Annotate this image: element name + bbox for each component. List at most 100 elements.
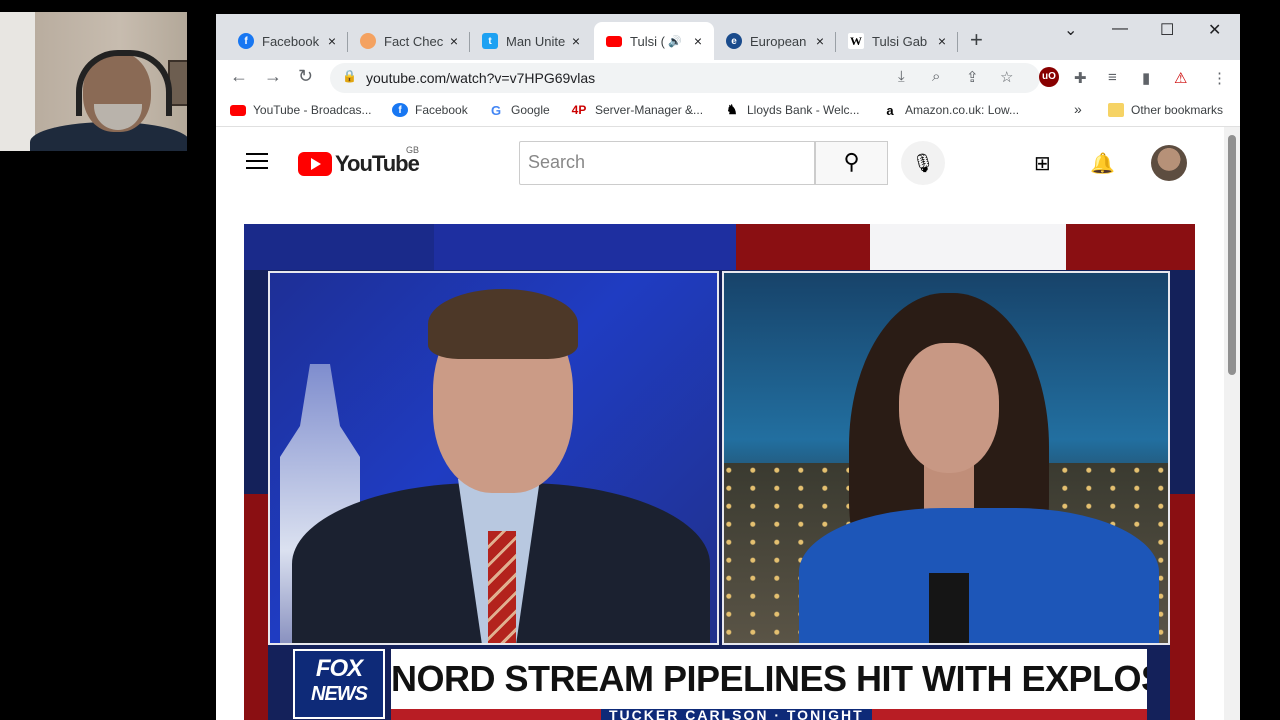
webcam-overlay [0, 12, 187, 151]
facebook-icon: f [392, 103, 408, 117]
scrollbar-thumb[interactable] [1228, 135, 1236, 375]
guest-jacket [799, 508, 1159, 643]
bookmark-label: Server-Manager &... [595, 103, 704, 117]
headphones [76, 50, 172, 116]
bookmark-google[interactable]: G Google [488, 102, 550, 118]
alert-extension-icon[interactable]: ⚠ [1174, 69, 1187, 87]
tab-strip: f Facebook × Fact Chec × t Man Unite × T… [216, 14, 1240, 60]
news-headline: NORD STREAM PIPELINES HIT WITH EXPLOSIVE… [391, 649, 1147, 709]
video-backdrop [870, 224, 1066, 270]
ublock-extension-icon[interactable]: uO [1039, 67, 1059, 87]
video-side-stripe [244, 494, 268, 720]
country-code: GB [406, 145, 420, 155]
new-tab-button[interactable]: + [970, 28, 983, 52]
fact-check-icon [360, 33, 376, 49]
bookmarks-bar: YouTube - Broadcas... f Facebook G Googl… [216, 96, 1240, 127]
video-player[interactable]: FOX NEWS NORD STREAM PIPELINES HIT WITH … [244, 224, 1195, 720]
bookmark-server-manager[interactable]: 4P Server-Manager &... [570, 103, 703, 117]
folder-icon [1108, 103, 1124, 117]
page-scrollbar[interactable] [1224, 127, 1240, 720]
video-left-panel [268, 271, 719, 645]
speaker-icon[interactable]: 🔊 [668, 35, 682, 48]
share-icon[interactable]: ⇪ [966, 68, 979, 86]
side-panel-icon[interactable]: ▮ [1142, 69, 1150, 87]
menu-kebab-icon[interactable]: ⋮ [1212, 69, 1227, 87]
tab-tulsi-active[interactable]: Tulsi ( 🔊 × [594, 22, 714, 60]
microphone-icon[interactable]: 🎙 [901, 141, 945, 185]
video-backdrop [736, 224, 870, 270]
tab-close-button[interactable]: × [568, 33, 584, 49]
other-bookmarks-folder[interactable]: Other bookmarks [1108, 103, 1223, 117]
lock-icon[interactable]: 🔒 [342, 69, 357, 83]
reading-list-icon[interactable]: ≡ [1108, 69, 1117, 86]
facebook-icon: f [238, 33, 254, 49]
notifications-bell-icon[interactable]: 🔔 [1090, 151, 1115, 176]
tab-title: European [750, 33, 807, 49]
show-banner: TUCKER CARLSON · TONIGHT [391, 709, 1147, 720]
tab-search-button[interactable]: ⌄ [1064, 20, 1077, 40]
bookmark-label: YouTube - Broadcas... [253, 103, 372, 117]
back-icon[interactable]: ← [230, 66, 248, 87]
bookmark-label: Lloyds Bank - Welc... [747, 103, 860, 117]
amazon-icon: a [886, 102, 894, 118]
video-right-panel [722, 271, 1170, 645]
guest-top [929, 573, 969, 643]
google-icon: G [490, 102, 502, 118]
video-side-stripe [1170, 494, 1195, 720]
tab-close-button[interactable]: × [690, 33, 706, 49]
tab-title: Tulsi ( [630, 33, 665, 49]
create-video-icon[interactable]: ⊞ [1034, 151, 1051, 176]
bookmark-lloyds[interactable]: ♞ Lloyds Bank - Welc... [724, 102, 860, 117]
tab-close-button[interactable]: × [324, 33, 340, 49]
bookmark-youtube[interactable]: YouTube - Broadcas... [230, 103, 372, 117]
tab-title: Fact Chec [384, 33, 444, 49]
reload-icon[interactable]: ↻ [298, 66, 313, 87]
install-icon[interactable]: ⤓ [898, 68, 905, 85]
bookmark-facebook[interactable]: f Facebook [392, 103, 468, 117]
youtube-header: YouTube GB Search ⚲ 🎙 ⊞ 🔔 [216, 127, 1224, 197]
forward-icon[interactable]: → [264, 66, 282, 87]
youtube-icon [230, 104, 246, 116]
close-window-button[interactable]: ✕ [1208, 20, 1221, 40]
avatar[interactable] [1151, 145, 1187, 181]
fox-logo-bottom: NEWS [311, 683, 368, 705]
horse-icon: ♞ [726, 102, 738, 117]
youtube-play-icon [298, 152, 332, 176]
zoom-icon[interactable]: ⌕ [932, 68, 940, 85]
wikipedia-icon: W [848, 33, 864, 49]
search-input[interactable]: Search [519, 141, 815, 185]
hamburger-menu-icon[interactable] [246, 153, 268, 169]
lower-third: FOX NEWS NORD STREAM PIPELINES HIT WITH … [293, 649, 1148, 720]
bookmark-label: Google [511, 103, 550, 117]
more-bookmarks-button[interactable]: » [1074, 101, 1082, 117]
video-backdrop [244, 224, 434, 270]
youtube-logo[interactable]: YouTube GB [298, 145, 420, 177]
tab-european[interactable]: e European × [714, 22, 836, 60]
tab-close-button[interactable]: × [446, 33, 462, 49]
twitter-icon: t [482, 33, 498, 49]
bookmark-label: Amazon.co.uk: Low... [905, 103, 1020, 117]
tab-facebook[interactable]: f Facebook × [226, 22, 348, 60]
bookmark-star-icon[interactable]: ☆ [1000, 68, 1013, 86]
youtube-icon [606, 35, 622, 47]
fox-logo-top: FOX [315, 655, 363, 682]
host-hair [428, 289, 578, 359]
tab-fact-check[interactable]: Fact Chec × [348, 22, 470, 60]
video-backdrop [434, 224, 736, 270]
bookmark-amazon[interactable]: a Amazon.co.uk: Low... [882, 102, 1020, 118]
fox-news-logo: FOX NEWS [293, 649, 385, 719]
address-bar[interactable]: 🔒 youtube.com/watch?v=v7HPG69vlas ⤓ ⌕ ⇪ … [330, 63, 1040, 93]
other-bookmarks-label: Other bookmarks [1131, 103, 1224, 117]
tab-man-united[interactable]: t Man Unite × [470, 22, 592, 60]
tab-tulsi-wikipedia[interactable]: W Tulsi Gab × [836, 22, 958, 60]
url-text[interactable]: youtube.com/watch?v=v7HPG69vlas [366, 70, 595, 86]
search-icon[interactable]: ⚲ [815, 141, 888, 185]
tab-close-button[interactable]: × [812, 33, 828, 49]
maximize-button[interactable]: ☐ [1160, 20, 1174, 40]
tab-title: Facebook [262, 33, 320, 49]
extensions-puzzle-icon[interactable]: ✚ [1074, 69, 1087, 87]
tab-close-button[interactable]: × [934, 33, 950, 49]
tab-title: Man Unite [506, 33, 566, 49]
tab-title: Tulsi Gab [872, 33, 928, 49]
minimize-button[interactable]: — [1112, 20, 1128, 38]
